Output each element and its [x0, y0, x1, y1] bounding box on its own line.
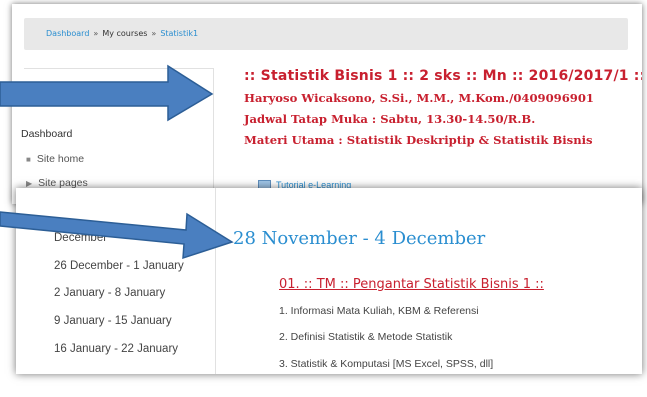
course-header: :: Statistik Bisnis 1 :: 2 sks :: Mn :: … — [244, 68, 642, 147]
sidebar-week-item[interactable]: 2 January - 8 January — [54, 287, 165, 299]
breadcrumb-separator: » — [151, 29, 157, 38]
topic-line: 2. Definisi Statistik & Metode Statistik — [279, 331, 453, 343]
course-schedule: Jadwal Tatap Muka : Sabtu, 13.30-14.50/R… — [244, 112, 536, 126]
topic-line: 3. Statistik & Komputasi [MS Excel, SPSS… — [279, 358, 494, 370]
section-title: 28 November - 4 December — [233, 228, 486, 249]
breadcrumb-my-courses[interactable]: My courses — [102, 29, 147, 38]
chevron-right-icon: ▶ — [26, 179, 33, 188]
sidebar-week-item[interactable]: 9 January - 15 January — [54, 315, 172, 327]
arrow-right-icon — [0, 64, 214, 122]
breadcrumb-dashboard[interactable]: Dashboard — [46, 29, 89, 38]
sidebar-dashboard-title[interactable]: Dashboard — [21, 128, 72, 140]
course-material: Materi Utama : Statistik Deskriptip & St… — [244, 133, 593, 147]
topic-link[interactable]: 01. :: TM :: Pengantar Statistik Bisnis … — [279, 277, 544, 292]
arrow-right-icon — [0, 211, 234, 260]
course-title: :: Statistik Bisnis 1 :: 2 sks :: Mn :: … — [244, 68, 642, 84]
sidebar-week-item[interactable]: 16 January - 22 January — [54, 343, 178, 355]
sidebar-week-item[interactable]: 26 December - 1 January — [54, 260, 184, 272]
sidebar-item-label: Site home — [36, 153, 85, 165]
bullet-icon: ■ — [26, 155, 31, 164]
course-lecturer: Haryoso Wicaksono, S.Si., M.M., M.Kom./0… — [244, 91, 594, 105]
breadcrumb-current-course[interactable]: Statistik1 — [160, 29, 198, 38]
sidebar-item-site-home[interactable]: ■ Site home — [26, 153, 84, 165]
breadcrumb: Dashboard» My courses» Statistik1 — [24, 18, 628, 50]
topic-line: 1. Informasi Mata Kuliah, KBM & Referens… — [279, 305, 479, 317]
breadcrumb-separator: » — [93, 29, 99, 38]
